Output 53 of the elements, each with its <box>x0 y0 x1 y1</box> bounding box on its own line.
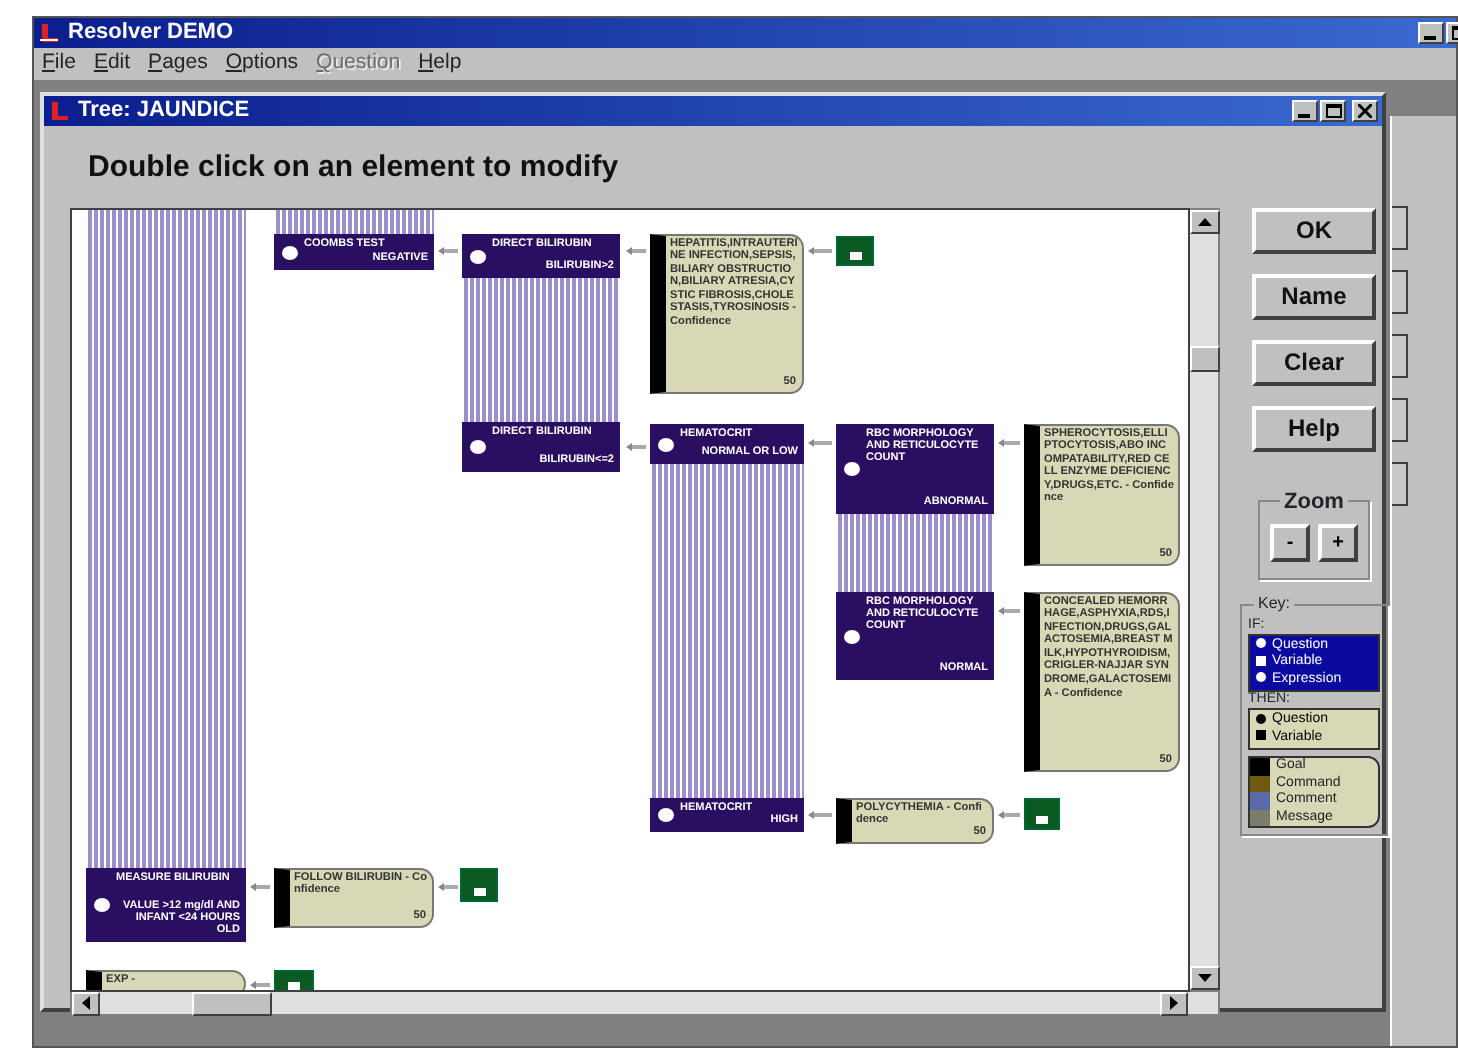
window-title: Tree: JAUNDICE <box>78 96 250 127</box>
goal-mark-icon <box>473 887 485 895</box>
zoom-button[interactable]: - <box>1270 523 1310 561</box>
goal-mark-icon <box>849 251 861 259</box>
down-arrow-icon <box>1198 973 1212 981</box>
group-title: Key: <box>1254 593 1295 611</box>
instruction-text: Double click on an element to modify <box>88 148 621 188</box>
horizontal-scrollbar[interactable] <box>70 991 1220 1015</box>
minimize-button[interactable] <box>1292 100 1318 122</box>
radio-dot-icon <box>658 437 674 451</box>
scrollbar-thumb[interactable] <box>192 991 272 1015</box>
zoom-button[interactable]: + <box>1318 523 1358 561</box>
dot-icon <box>1256 713 1266 724</box>
dialog-button[interactable]: OK <box>1252 207 1376 253</box>
radio-dot-icon <box>282 245 298 259</box>
menu-item[interactable]: Edit <box>93 48 131 80</box>
left-arrow-icon <box>82 996 90 1010</box>
menu-item[interactable]: Pages <box>148 48 208 80</box>
dot-icon <box>1256 672 1266 683</box>
close-icon <box>1358 104 1372 118</box>
up-arrow-icon <box>1198 217 1212 225</box>
close-button[interactable] <box>1352 100 1378 122</box>
minimize-button[interactable] <box>1418 22 1444 44</box>
menu-item[interactable]: File <box>42 48 76 80</box>
square-icon <box>1256 655 1266 666</box>
dialog-button[interactable]: Name <box>1252 273 1376 319</box>
maximize-button[interactable] <box>1320 100 1346 122</box>
menu-item[interactable]: Options <box>225 48 299 80</box>
goal-mark-icon <box>1036 815 1048 823</box>
goal-node[interactable] <box>460 867 498 901</box>
vertical-scrollbar[interactable] <box>1190 207 1220 991</box>
scrollbar-thumb[interactable] <box>1190 345 1220 371</box>
radio-dot-icon <box>94 898 110 912</box>
radio-dot-icon <box>844 462 860 476</box>
dialog-button[interactable]: Clear <box>1252 339 1376 385</box>
radio-dot-icon <box>470 249 486 263</box>
maximize-icon <box>1325 104 1341 118</box>
tree-canvas[interactable] <box>70 207 1190 991</box>
right-arrow-icon <box>1170 996 1178 1010</box>
window-title: Resolver DEMO <box>68 18 234 49</box>
dot-icon <box>1256 638 1266 649</box>
menu-item[interactable]: Help <box>418 48 462 80</box>
radio-dot-icon <box>844 629 860 643</box>
goal-node[interactable] <box>836 235 874 265</box>
radio-dot-icon <box>658 808 674 822</box>
goal-node[interactable] <box>1024 797 1060 829</box>
dialog-button[interactable]: Help <box>1252 405 1376 451</box>
app-icon <box>48 100 70 122</box>
app-icon <box>38 22 60 44</box>
square-icon <box>1256 730 1266 741</box>
radio-dot-icon <box>470 440 486 454</box>
goal-node[interactable] <box>274 969 314 989</box>
goal-mark-icon <box>288 981 300 989</box>
